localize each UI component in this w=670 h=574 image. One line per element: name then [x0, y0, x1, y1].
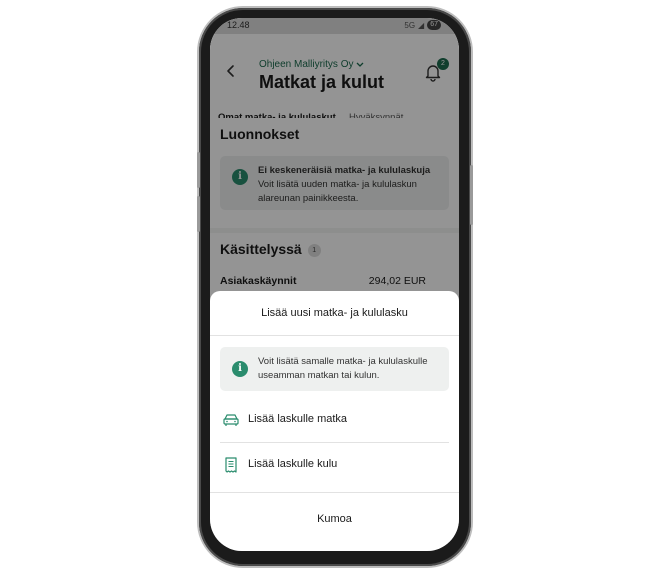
divider: [210, 335, 459, 336]
cancel-button[interactable]: Kumoa: [210, 513, 459, 525]
add-expense-option[interactable]: Lisää laskulle kulu: [210, 443, 459, 487]
app-screen: 12.48 5G ◢ 67 Ohjeen Malliyritys Oy Matk…: [210, 18, 459, 551]
add-expense-label: Lisää laskulle kulu: [248, 458, 338, 470]
info-icon: i: [232, 361, 248, 377]
divider: [210, 492, 459, 493]
receipt-icon: [225, 457, 237, 473]
phone-power-button: [470, 165, 473, 225]
bottom-sheet: Lisää uusi matka- ja kululasku i Voit li…: [210, 291, 459, 551]
add-trip-label: Lisää laskulle matka: [248, 413, 348, 425]
car-icon: [223, 414, 239, 426]
add-trip-option[interactable]: Lisää laskulle matka: [210, 398, 459, 442]
phone-side-button: [197, 152, 200, 188]
sheet-info-text: Voit lisätä samalle matka- ja kululaskul…: [258, 356, 428, 381]
sheet-info-box: i Voit lisätä samalle matka- ja kululask…: [220, 347, 449, 391]
sheet-title: Lisää uusi matka- ja kululasku: [261, 307, 408, 319]
phone-side-button: [197, 196, 200, 232]
